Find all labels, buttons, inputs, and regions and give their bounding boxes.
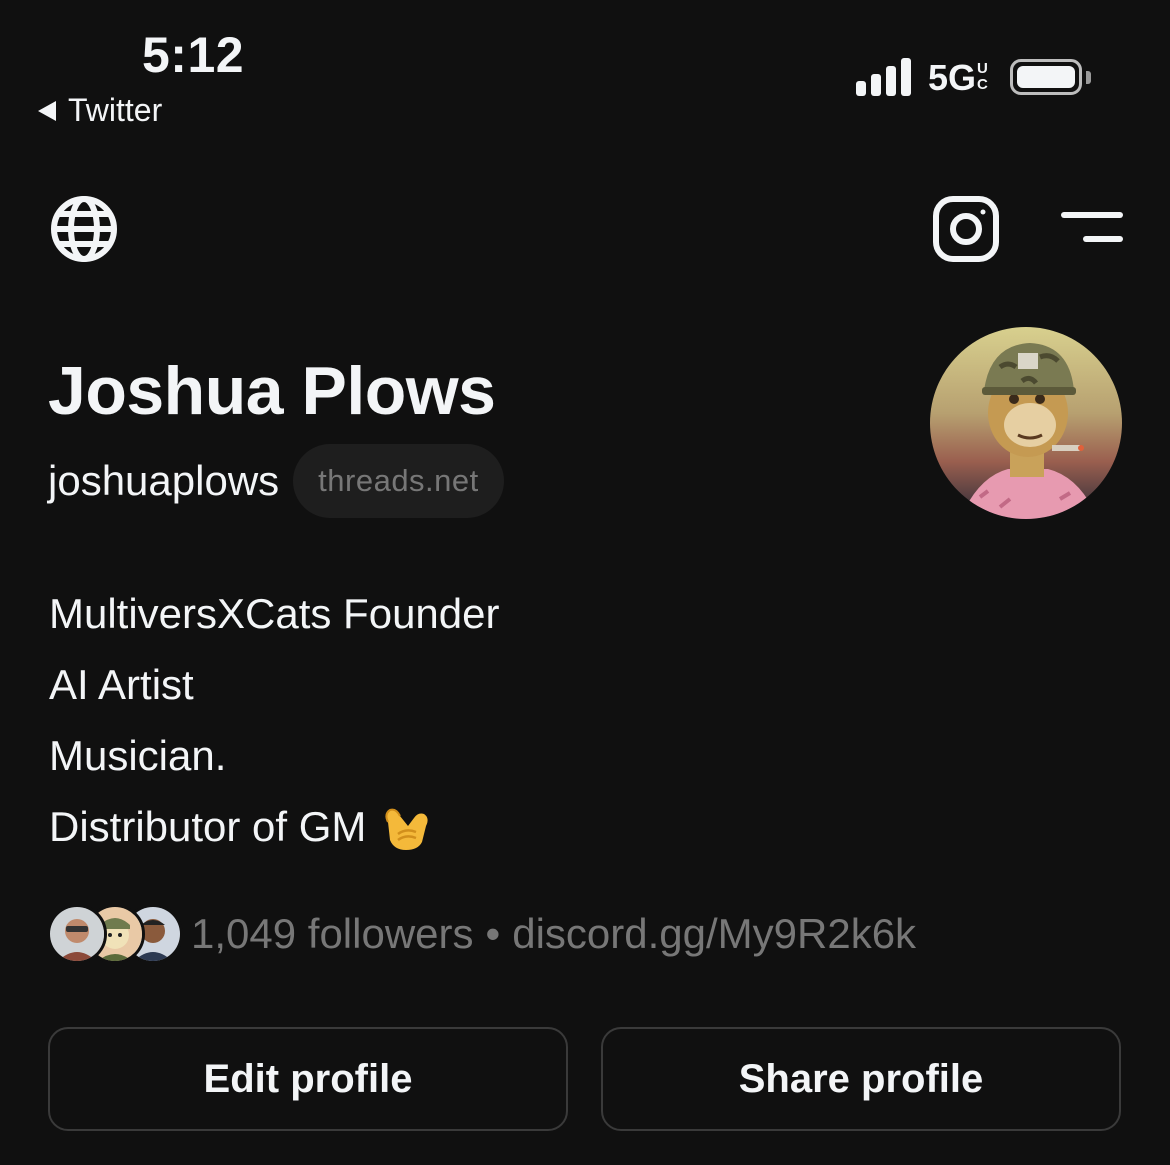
follower-avatar — [47, 904, 107, 964]
profile-name: Joshua Plows — [48, 353, 496, 429]
profile-bio: MultiversXCats Founder AI Artist Musicia… — [49, 578, 500, 862]
profile-link[interactable]: discord.gg/My9R2k6k — [512, 910, 916, 957]
cellular-signal-icon — [856, 58, 911, 96]
followers-meta: 1,049 followers • discord.gg/My9R2k6k — [191, 910, 916, 958]
profile-avatar[interactable] — [930, 327, 1122, 519]
menu-icon[interactable] — [1060, 210, 1124, 244]
network-label: 5G — [928, 57, 977, 98]
profile-handle: joshuaplows — [48, 457, 280, 504]
network-indicator: 5G U C — [928, 57, 988, 99]
network-sup-bottom: C — [977, 76, 988, 93]
instagram-icon[interactable] — [932, 195, 1000, 263]
call-me-hand-emoji-icon — [385, 808, 429, 850]
edit-profile-button[interactable]: Edit profile — [48, 1027, 568, 1131]
handle-row: joshuaplows threads.net — [48, 444, 504, 518]
status-time: 5:12 — [142, 27, 245, 83]
battery-icon — [1010, 59, 1082, 95]
bio-line: MultiversXCats Founder — [49, 590, 500, 637]
back-to-twitter-link[interactable]: Twitter — [38, 92, 162, 129]
meta-separator: • — [485, 910, 501, 957]
threads-domain-badge[interactable]: threads.net — [293, 444, 504, 518]
back-arrow-icon — [38, 100, 56, 121]
share-profile-button[interactable]: Share profile — [601, 1027, 1121, 1131]
bio-line: AI Artist — [49, 661, 194, 708]
network-sup-top: U — [977, 60, 988, 77]
followers-count[interactable]: 1,049 followers — [191, 910, 474, 957]
bio-line: Musician. — [49, 732, 227, 779]
battery-cap — [1086, 71, 1091, 84]
bio-line: Distributor of GM — [49, 803, 367, 850]
followers-row[interactable]: 1,049 followers • discord.gg/My9R2k6k — [47, 904, 916, 964]
globe-icon[interactable] — [50, 195, 118, 263]
bio-line-with-emoji: Distributor of GM — [49, 791, 500, 862]
back-label: Twitter — [68, 92, 163, 128]
